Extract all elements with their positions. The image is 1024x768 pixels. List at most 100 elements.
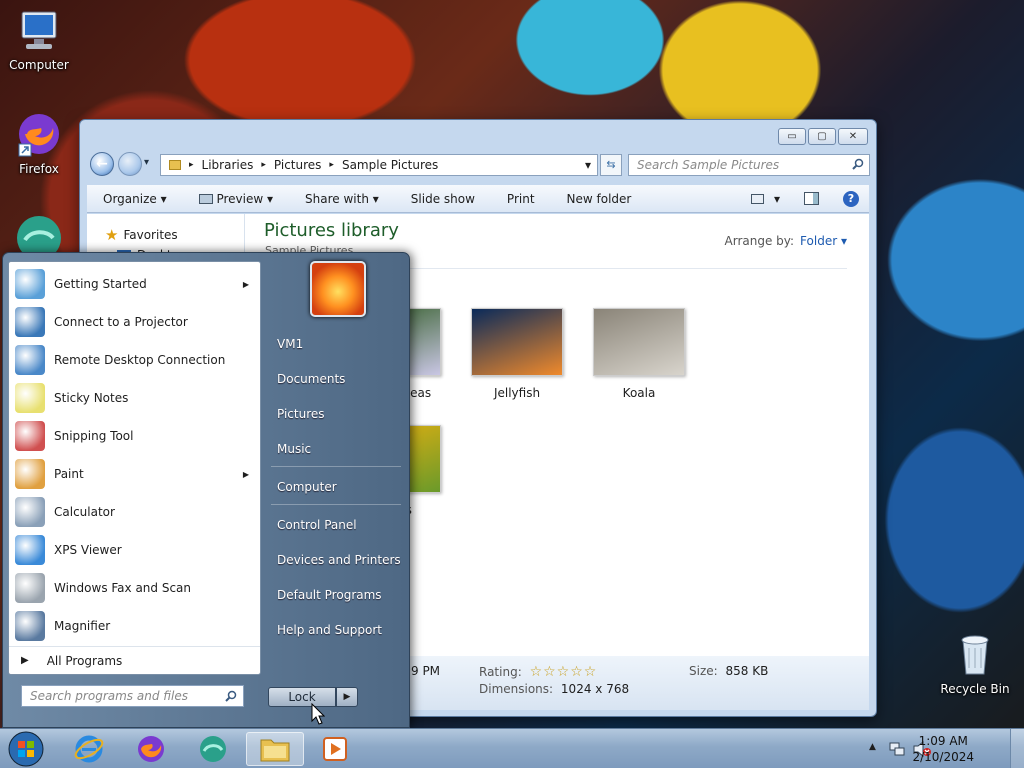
arrange-by-label: Arrange by: xyxy=(724,234,795,248)
view-icon xyxy=(750,193,764,204)
shutdown-options-button[interactable]: ▶ xyxy=(336,687,358,707)
desktop-icon-recycle-bin[interactable]: Recycle Bin xyxy=(937,630,1013,696)
desktop-icon-computer[interactable]: Computer xyxy=(1,8,77,72)
all-programs-label: All Programs xyxy=(46,653,123,668)
start-program-item[interactable]: Windows Fax and Scan xyxy=(15,570,255,606)
view-options-button[interactable]: ▾ ? xyxy=(750,190,869,207)
thumbnail-item[interactable]: Jellyfish xyxy=(471,308,563,400)
lock-button[interactable]: Lock xyxy=(268,687,336,707)
rating-stars[interactable]: ☆☆☆☆☆ xyxy=(530,664,598,680)
program-label: Windows Fax and Scan xyxy=(54,581,192,595)
start-right-item[interactable]: VM1 xyxy=(277,337,303,351)
size-label: Size: xyxy=(689,664,718,678)
dimensions-label: Dimensions: xyxy=(479,682,554,696)
start-right-item[interactable]: Documents xyxy=(277,372,345,386)
start-program-item[interactable]: Calculator xyxy=(15,494,255,530)
new-folder-button[interactable]: New folder xyxy=(551,192,648,206)
rating-label: Rating: xyxy=(479,665,522,679)
taskbar-firefox[interactable] xyxy=(124,732,178,766)
start-program-item[interactable]: Magnifier xyxy=(15,608,255,644)
explorer-search-input[interactable]: Search Sample Pictures xyxy=(628,154,870,176)
thumbnail-item[interactable]: Koala xyxy=(593,308,685,400)
start-right-item[interactable]: Computer xyxy=(277,480,337,494)
start-program-item[interactable]: XPS Viewer xyxy=(15,532,255,568)
print-button[interactable]: Print xyxy=(491,192,551,206)
start-search-input[interactable]: Search programs and files xyxy=(21,685,244,707)
program-icon xyxy=(15,459,45,489)
back-button[interactable]: ← xyxy=(90,152,114,176)
share-with-button[interactable]: Share with ▾ xyxy=(289,192,395,206)
program-icon xyxy=(15,497,45,527)
desktop-icon-firefox[interactable]: Firefox xyxy=(1,110,77,176)
details-date: 9 PM xyxy=(411,664,441,678)
details-dimensions: Dimensions: 1024 x 768 xyxy=(479,682,629,696)
start-program-item[interactable]: Snipping Tool xyxy=(15,418,255,454)
organize-button[interactable]: Organize ▾ xyxy=(87,192,183,206)
taskbar-internet-explorer[interactable] xyxy=(62,732,116,766)
show-hidden-icons-button[interactable]: ▲ xyxy=(869,742,876,752)
caption-buttons: ▭ ▢ ✕ xyxy=(778,128,868,145)
chevron-down-icon: ▾ xyxy=(773,191,780,206)
address-dropdown-icon[interactable]: ▾ xyxy=(585,158,591,172)
preview-button[interactable]: Preview ▾ xyxy=(183,192,289,206)
start-right-item[interactable]: Help and Support xyxy=(277,623,382,637)
recent-pages-chevron-icon[interactable]: ▾ xyxy=(144,157,149,168)
internet-explorer-icon xyxy=(74,735,104,763)
start-right-item[interactable]: Devices and Printers xyxy=(277,553,401,567)
start-right-item[interactable]: Control Panel xyxy=(277,518,357,532)
arrange-by-dropdown[interactable]: Folder ▾ xyxy=(800,234,847,248)
details-size: Size: 858 KB xyxy=(689,664,768,678)
breadcrumb-pictures[interactable]: Pictures xyxy=(274,158,322,172)
user-picture[interactable] xyxy=(310,261,366,317)
breadcrumb-sample-pictures[interactable]: Sample Pictures xyxy=(342,158,438,172)
all-programs-arrow-icon: ▶ xyxy=(21,655,29,666)
folder-icon xyxy=(260,739,290,762)
maximize-button[interactable]: ▢ xyxy=(808,128,836,145)
mouse-cursor-icon xyxy=(311,702,326,728)
network-icon[interactable] xyxy=(889,741,907,760)
slide-show-button[interactable]: Slide show xyxy=(395,192,491,206)
app-icon xyxy=(15,214,63,260)
refresh-button[interactable]: ⇆ xyxy=(600,154,622,176)
start-program-item[interactable]: Connect to a Projector xyxy=(15,304,255,340)
minimize-button[interactable]: ▭ xyxy=(778,128,806,145)
program-label: Snipping Tool xyxy=(54,429,134,443)
firefox-icon xyxy=(15,110,63,158)
start-program-item[interactable]: Paint ▶ xyxy=(15,456,255,492)
taskbar-media-player[interactable] xyxy=(308,732,362,766)
start-right-item[interactable]: Default Programs xyxy=(277,588,382,602)
preview-icon xyxy=(198,194,213,204)
start-right-item[interactable]: Music xyxy=(277,442,311,456)
start-program-item[interactable]: Remote Desktop Connection xyxy=(15,342,255,378)
preview-pane-icon[interactable] xyxy=(804,192,819,205)
address-field[interactable]: ▸ Libraries ▸ Pictures ▸ Sample Pictures… xyxy=(160,154,598,176)
program-label: Magnifier xyxy=(54,619,111,633)
start-right-item[interactable]: Pictures xyxy=(277,407,325,421)
start-right-separator xyxy=(271,504,401,505)
taskbar: ▲ 1:09 AM 2/10/2024 xyxy=(0,728,1024,768)
start-button[interactable] xyxy=(0,731,52,767)
program-icon xyxy=(15,307,45,337)
program-label: Paint xyxy=(54,467,84,481)
search-icon xyxy=(225,690,237,705)
close-button[interactable]: ✕ xyxy=(838,128,868,145)
all-programs-button[interactable]: ▶ All Programs xyxy=(9,646,260,674)
program-icon xyxy=(15,345,45,375)
forward-button[interactable] xyxy=(118,152,142,176)
help-icon[interactable]: ? xyxy=(843,190,859,207)
nav-favorites[interactable]: ★ Favorites xyxy=(105,226,178,244)
taskbar-windows-explorer[interactable] xyxy=(246,732,304,766)
chevron-down-icon: ▾ xyxy=(840,234,847,248)
nav-favorites-label: Favorites xyxy=(123,228,178,242)
program-icon xyxy=(15,611,45,641)
chevron-down-icon: ▾ xyxy=(160,191,167,206)
start-program-item[interactable]: Getting Started ▶ xyxy=(15,266,255,302)
show-desktop-button[interactable] xyxy=(1010,729,1024,768)
taskbar-app[interactable] xyxy=(186,732,240,766)
breadcrumb-sep: ▸ xyxy=(189,160,194,170)
thumbnail-image xyxy=(471,308,563,376)
start-program-item[interactable]: Sticky Notes xyxy=(15,380,255,416)
breadcrumb-libraries[interactable]: Libraries xyxy=(202,158,254,172)
system-clock[interactable]: 1:09 AM 2/10/2024 xyxy=(912,733,974,765)
clock-date: 2/10/2024 xyxy=(912,750,974,764)
